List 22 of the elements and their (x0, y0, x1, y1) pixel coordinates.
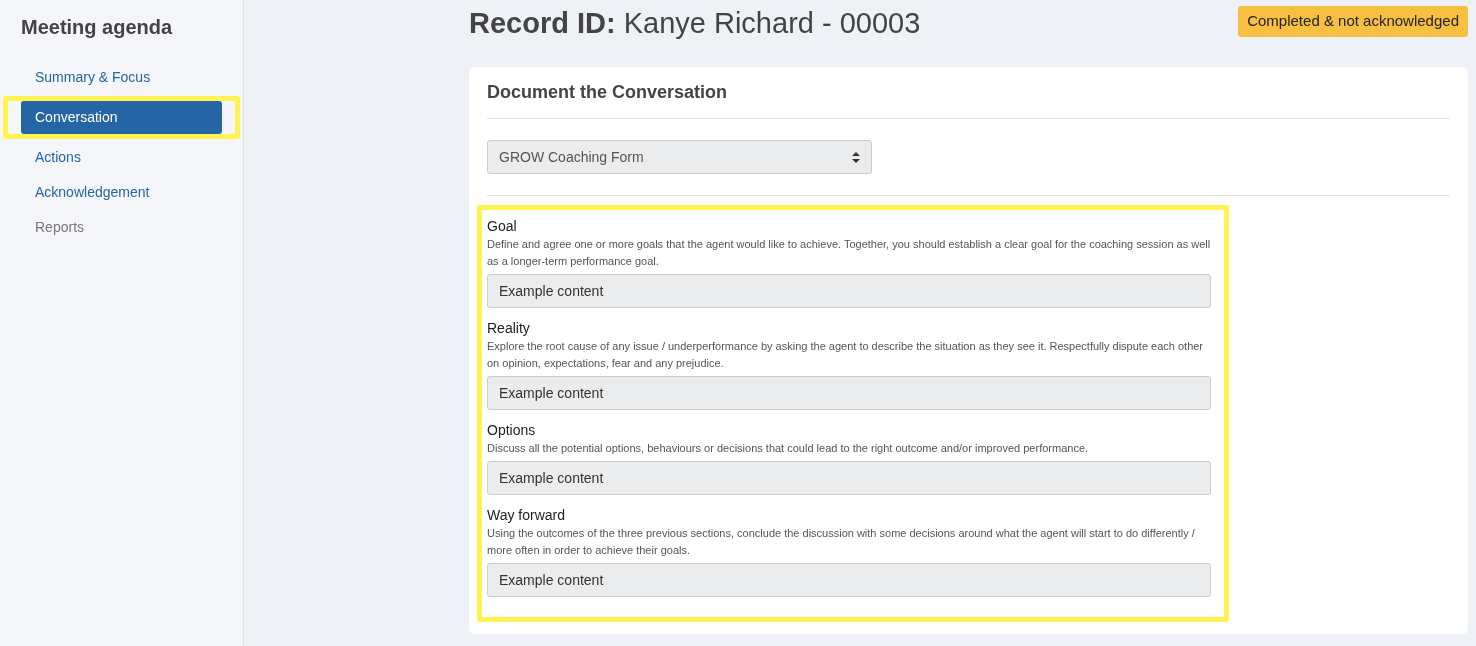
sidebar-item[interactable]: Acknowledgement (21, 176, 222, 209)
input-field[interactable]: Example content (487, 274, 1211, 308)
field-label: Reality (487, 319, 531, 338)
card-title: Document the Conversation (487, 79, 1450, 119)
input-field[interactable]: Example content (487, 461, 1211, 495)
field-label: Options (487, 421, 537, 440)
input-field[interactable]: Example content (487, 376, 1211, 410)
status-badge: Completed & not acknowledged (1238, 6, 1468, 37)
field-description: Define and agree one or more goals that the agent would like to achieve. Together, you should establish a clear goal for the coaching session as well as a longer-term performance goal. (487, 237, 1211, 269)
sidebar-item[interactable]: Conversation (21, 101, 222, 134)
form-select[interactable]: GROW Coaching Form (487, 140, 872, 174)
sidebar-title: Meeting agenda (21, 15, 174, 40)
input-field[interactable]: Example content (487, 563, 1211, 597)
field-label: Goal (487, 217, 518, 236)
field-description: Using the outcomes of the three previous sections, conclude the discussion with some decisions around what the agent will start to do differently / more often in order to achieve their goals. (487, 526, 1196, 558)
field-description: Discuss all the potential options, behaviours or decisions that could lead to the right outcome and/or improved performance. (487, 441, 1090, 456)
select-arrows-icon (852, 151, 860, 163)
sidebar-item[interactable]: Summary & Focus (21, 61, 222, 94)
field-label: Way forward (487, 506, 567, 525)
record-title: Record ID: Kanye Richard - 00003 (469, 6, 921, 41)
field-description: Explore the root cause of any issue / underperformance by asking the agent to describe the situation as they see it. Respectfully dispute each other on opinion, expectations, fear and any prejudice. (487, 339, 1205, 371)
sidebar-item[interactable]: Actions (21, 141, 222, 174)
